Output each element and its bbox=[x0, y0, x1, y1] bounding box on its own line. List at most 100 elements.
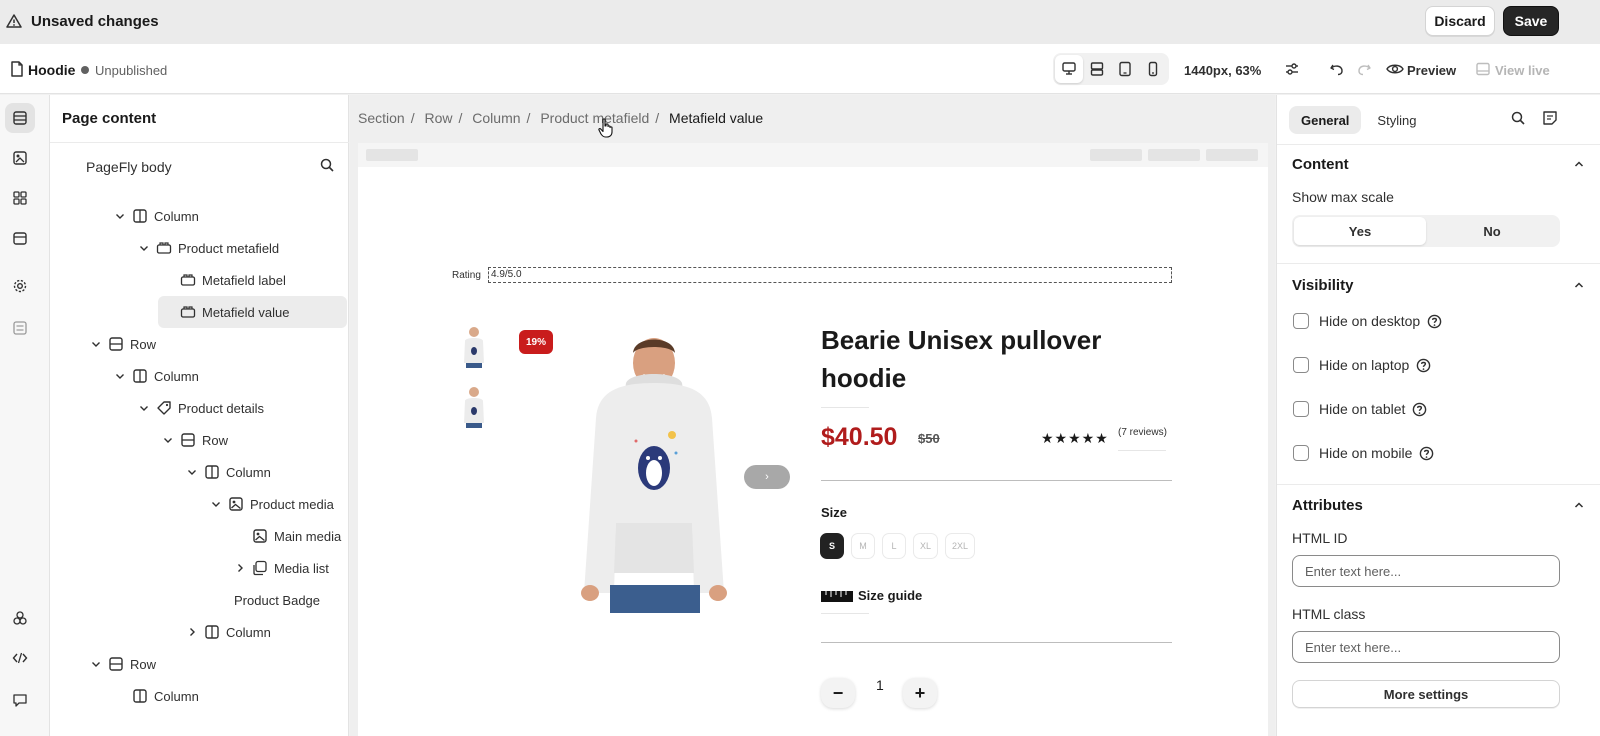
layer-item-metafield-value[interactable]: Metafield value bbox=[158, 296, 347, 328]
html-class-input[interactable] bbox=[1292, 631, 1560, 663]
layer-item-column[interactable]: Column bbox=[50, 360, 349, 392]
chevron-right-icon[interactable] bbox=[186, 626, 198, 638]
size-option-2xl[interactable]: 2XL bbox=[945, 533, 976, 559]
checkbox[interactable] bbox=[1293, 401, 1309, 417]
quantity-value[interactable]: 1 bbox=[876, 677, 884, 693]
content-section-title[interactable]: Content bbox=[1292, 156, 1349, 173]
chevron-down-icon[interactable] bbox=[138, 402, 150, 414]
eye-icon[interactable] bbox=[1386, 61, 1404, 77]
desktop-device-button[interactable] bbox=[1055, 55, 1083, 83]
page-preview-frame[interactable]: Rating 4.9/5.0 19% › Bearie Unisex pullo… bbox=[358, 143, 1268, 736]
chevron-down-icon[interactable] bbox=[138, 242, 150, 254]
more-settings-button[interactable]: More settings bbox=[1292, 680, 1560, 708]
rail-section-list-button[interactable] bbox=[5, 313, 35, 343]
reviews-count[interactable]: (7 reviews) bbox=[1118, 427, 1167, 438]
preview-button[interactable]: Preview bbox=[1407, 63, 1456, 78]
layer-item-product-metafield[interactable]: Product metafield bbox=[50, 232, 349, 264]
layer-item-column[interactable]: Column bbox=[50, 616, 349, 648]
layer-item-product-details[interactable]: Product details bbox=[50, 392, 349, 424]
size-option-s[interactable]: S bbox=[820, 533, 844, 559]
redo-icon[interactable] bbox=[1356, 61, 1372, 77]
layer-item-column[interactable]: Column bbox=[50, 200, 349, 232]
metafield-value-selected[interactable]: 4.9/5.0 bbox=[488, 267, 1172, 283]
layer-item-main-media[interactable]: Main media bbox=[50, 520, 349, 552]
breadcrumb-product-metafield[interactable]: Product metafield bbox=[540, 110, 649, 126]
help-icon[interactable] bbox=[1412, 402, 1427, 417]
breadcrumb-column[interactable]: Column bbox=[472, 110, 520, 126]
chevron-down-icon[interactable] bbox=[210, 498, 222, 510]
undo-icon[interactable] bbox=[1329, 61, 1345, 77]
max-scale-no[interactable]: No bbox=[1426, 217, 1558, 245]
size-guide-link[interactable]: Size guide bbox=[858, 588, 922, 603]
checkbox[interactable] bbox=[1293, 313, 1309, 329]
size-option-l[interactable]: L bbox=[882, 533, 906, 559]
help-icon[interactable] bbox=[1416, 358, 1431, 373]
view-live-icon[interactable] bbox=[1475, 61, 1491, 77]
product-price[interactable]: $40.50 bbox=[821, 423, 897, 452]
quantity-minus-button[interactable]: − bbox=[821, 678, 855, 708]
hide-on-laptop-checkbox[interactable]: Hide on laptop bbox=[1293, 355, 1431, 375]
html-id-input[interactable] bbox=[1292, 555, 1560, 587]
rail-integrations-button[interactable] bbox=[5, 603, 35, 633]
visibility-section-title[interactable]: Visibility bbox=[1292, 277, 1353, 294]
save-button[interactable]: Save bbox=[1503, 6, 1559, 36]
hide-on-desktop-checkbox[interactable]: Hide on desktop bbox=[1293, 311, 1442, 331]
layer-item-row[interactable]: Row bbox=[50, 648, 349, 680]
metafield-label[interactable]: Rating bbox=[452, 270, 481, 281]
chevron-up-icon[interactable] bbox=[1573, 158, 1585, 170]
help-icon[interactable] bbox=[1419, 446, 1434, 461]
chevron-down-icon[interactable] bbox=[90, 338, 102, 350]
viewport-size[interactable]: 1440px, 63% bbox=[1184, 63, 1261, 78]
quantity-plus-button[interactable]: + bbox=[903, 678, 937, 708]
tab-styling[interactable]: Styling bbox=[1365, 106, 1428, 134]
next-image-button[interactable]: › bbox=[744, 465, 790, 489]
layer-item-media-list[interactable]: Media list bbox=[50, 552, 349, 584]
discard-button[interactable]: Discard bbox=[1425, 6, 1495, 36]
search-icon[interactable] bbox=[1510, 110, 1526, 126]
size-option-m[interactable]: M bbox=[851, 533, 875, 559]
layer-item-product-media[interactable]: Product media bbox=[50, 488, 349, 520]
layer-item-row[interactable]: Row bbox=[50, 328, 349, 360]
breadcrumb-row[interactable]: Row bbox=[424, 110, 452, 126]
product-thumbnail-1[interactable] bbox=[460, 323, 488, 369]
page-name[interactable]: Hoodie bbox=[28, 62, 75, 78]
tab-general[interactable]: General bbox=[1289, 106, 1362, 134]
layer-item-row[interactable]: Row bbox=[50, 424, 349, 456]
rail-chat-button[interactable] bbox=[5, 685, 35, 715]
mobile-device-button[interactable] bbox=[1139, 55, 1167, 83]
product-title[interactable]: Bearie Unisex pullover hoodie bbox=[821, 321, 1151, 397]
pagefly-body-label[interactable]: PageFly body bbox=[86, 159, 172, 175]
layer-item-metafield-label[interactable]: Metafield label bbox=[50, 264, 349, 296]
size-option-xl[interactable]: XL bbox=[913, 533, 939, 559]
product-main-image[interactable] bbox=[576, 323, 732, 613]
chevron-down-icon[interactable] bbox=[162, 434, 174, 446]
search-icon[interactable] bbox=[319, 157, 335, 173]
chevron-down-icon[interactable] bbox=[186, 466, 198, 478]
rail-sections-button[interactable] bbox=[5, 183, 35, 213]
rail-code-button[interactable] bbox=[5, 643, 35, 673]
product-thumbnail-2[interactable] bbox=[460, 383, 488, 429]
checkbox[interactable] bbox=[1293, 445, 1309, 461]
note-icon[interactable] bbox=[1542, 110, 1558, 126]
adjustments-icon[interactable] bbox=[1284, 61, 1300, 77]
chevron-right-icon[interactable] bbox=[234, 562, 246, 574]
chevron-up-icon[interactable] bbox=[1573, 279, 1585, 291]
chevron-down-icon[interactable] bbox=[114, 370, 126, 382]
chevron-down-icon[interactable] bbox=[114, 210, 126, 222]
hide-on-tablet-checkbox[interactable]: Hide on tablet bbox=[1293, 399, 1427, 419]
hide-on-mobile-checkbox[interactable]: Hide on mobile bbox=[1293, 443, 1434, 463]
checkbox[interactable] bbox=[1293, 357, 1309, 373]
rail-settings-button[interactable] bbox=[5, 271, 35, 301]
rail-store-button[interactable] bbox=[5, 223, 35, 253]
compare-at-price[interactable]: $50 bbox=[918, 431, 940, 446]
layer-item-product-badge[interactable]: Product Badge bbox=[50, 584, 349, 616]
rail-elements-button[interactable] bbox=[5, 143, 35, 173]
view-live-button[interactable]: View live bbox=[1495, 63, 1550, 78]
tablet-device-button[interactable] bbox=[1111, 55, 1139, 83]
help-icon[interactable] bbox=[1427, 314, 1442, 329]
layer-item-column[interactable]: Column bbox=[50, 456, 349, 488]
chevron-down-icon[interactable] bbox=[90, 658, 102, 670]
laptop-device-button[interactable] bbox=[1083, 55, 1111, 83]
attributes-section-title[interactable]: Attributes bbox=[1292, 497, 1363, 514]
breadcrumb-section[interactable]: Section bbox=[358, 110, 405, 126]
